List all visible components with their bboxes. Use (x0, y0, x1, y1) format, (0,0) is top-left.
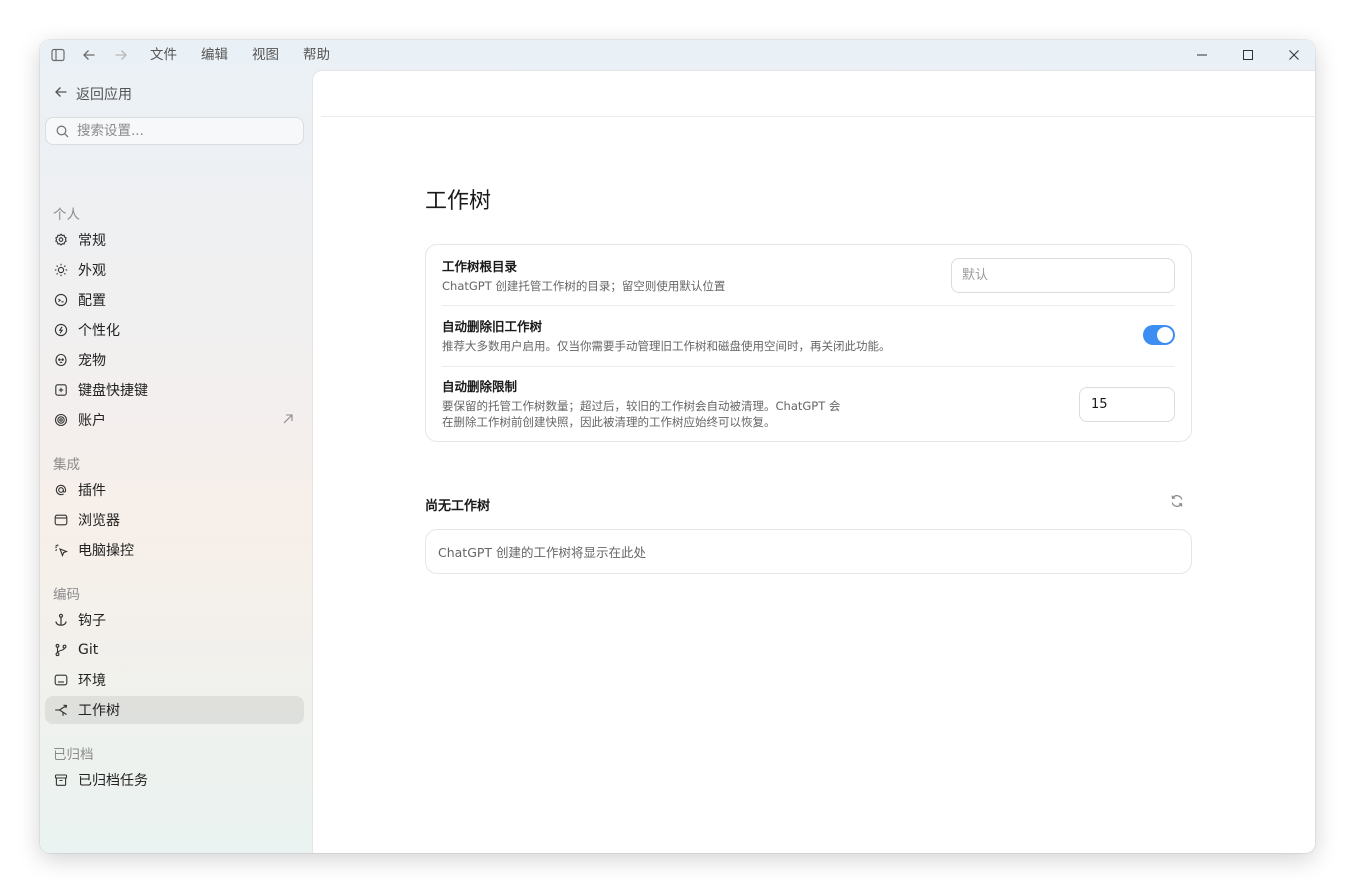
back-arrow-icon (54, 85, 68, 103)
sidebar-item-label: 电脑操控 (78, 543, 134, 559)
sidebar-item-plugins[interactable]: 插件 (45, 476, 304, 504)
setting-description: 推荐大多数用户启用。仅当你需要手动管理旧工作树和磁盘使用空间时，再关闭此功能。 (442, 339, 891, 353)
sidebar-item-config[interactable]: 配置 (45, 286, 304, 314)
menu-bar: 文件 编辑 视图 帮助 (150, 44, 354, 66)
gear-icon (54, 233, 68, 247)
setting-description: 在删除工作树前创建快照，因此被清理的工作树应始终可以恢复。 (442, 415, 776, 429)
pet-icon (54, 353, 68, 367)
close-button[interactable] (1271, 40, 1315, 70)
setting-title: 自动删除旧工作树 (442, 319, 543, 334)
browser-icon (54, 513, 68, 527)
worktree-settings-card: 工作树根目录 ChatGPT 创建托管工作树的目录；留空则使用默认位置 自动删除… (425, 244, 1192, 442)
header-divider (321, 116, 1315, 117)
at-sign-icon (54, 483, 68, 497)
auto-delete-toggle[interactable] (1143, 325, 1175, 345)
setting-description: 要保留的托管工作树数量；超过后，较旧的工作树会自动被清理。ChatGPT 会 (442, 399, 841, 413)
sidebar-item-environment[interactable]: 环境 (45, 666, 304, 694)
anchor-icon (54, 613, 68, 627)
sidebar-item-pets[interactable]: 宠物 (45, 346, 304, 374)
sidebar-item-label: 配置 (78, 293, 106, 309)
minimize-button[interactable] (1179, 40, 1225, 70)
search-icon (56, 125, 69, 138)
sidebar-item-label: Git (78, 642, 99, 658)
sun-icon (54, 263, 68, 277)
sidebar-item-shortcuts[interactable]: 键盘快捷键 (45, 376, 304, 404)
archive-icon (54, 773, 68, 787)
sidebar-item-computer-use[interactable]: 电脑操控 (45, 536, 304, 564)
monitor-icon (54, 673, 68, 687)
section-personal: 个人 (53, 207, 80, 223)
toggle-knob (1157, 327, 1173, 343)
forward-arrow-icon[interactable] (109, 43, 133, 67)
menu-edit[interactable]: 编辑 (201, 44, 228, 66)
app-window: 文件 编辑 视图 帮助 返回应用 个人 (40, 40, 1315, 853)
sidebar-item-appearance[interactable]: 外观 (45, 256, 304, 284)
setting-auto-delete-limit: 自动删除限制 要保留的托管工作树数量；超过后，较旧的工作树会自动被清理。Chat… (442, 379, 1175, 430)
search-input[interactable] (77, 123, 277, 139)
keyboard-icon (54, 383, 68, 397)
maximize-button[interactable] (1225, 40, 1271, 70)
sidebar-item-label: 钩子 (78, 613, 106, 629)
title-bar: 文件 编辑 视图 帮助 (40, 40, 1315, 70)
sidebar-item-label: 环境 (78, 673, 106, 689)
row-divider (442, 305, 1175, 306)
row-divider (442, 366, 1175, 367)
sidebar-item-label: 常规 (78, 233, 106, 249)
section-integrations: 集成 (53, 457, 80, 473)
section-coding: 编码 (53, 587, 80, 603)
sidebar-item-label: 键盘快捷键 (78, 383, 148, 399)
cursor-click-icon (54, 543, 68, 557)
section-archived: 已归档 (53, 747, 94, 763)
external-link-icon (282, 413, 294, 429)
sidebar-item-hooks[interactable]: 钩子 (45, 606, 304, 634)
sidebar-item-account[interactable]: 账户 (45, 406, 304, 434)
setting-auto-delete: 自动删除旧工作树 推荐大多数用户启用。仅当你需要手动管理旧工作树和磁盘使用空间时… (442, 319, 1175, 354)
back-arrow-icon[interactable] (77, 43, 101, 67)
worktrees-empty-state: ChatGPT 创建的工作树将显示在此处 (425, 529, 1192, 574)
sidebar-item-label: 外观 (78, 263, 106, 279)
sidebar-item-general[interactable]: 常规 (45, 226, 304, 254)
sidebar-item-label: 账户 (78, 413, 106, 429)
sidebar-item-git[interactable]: Git (45, 636, 304, 664)
sidebar-item-personalization[interactable]: 个性化 (45, 316, 304, 344)
sidebar-item-archived-tasks[interactable]: 已归档任务 (45, 766, 304, 794)
worktree-icon (54, 703, 68, 717)
settings-sidebar: 返回应用 个人 常规 外观 配置 (40, 70, 312, 853)
page-title: 工作树 (425, 189, 492, 214)
sidebar-item-browser[interactable]: 浏览器 (45, 506, 304, 534)
sidebar-item-label: 插件 (78, 483, 106, 499)
sidebar-toggle-icon[interactable] (46, 43, 70, 67)
back-to-app-label: 返回应用 (76, 87, 132, 103)
worktrees-list-title: 尚无工作树 (425, 499, 491, 514)
refresh-icon[interactable] (1168, 492, 1186, 510)
auto-delete-limit-input[interactable] (1079, 387, 1175, 422)
git-branch-icon (54, 643, 68, 657)
sidebar-item-label: 个性化 (78, 323, 120, 339)
menu-file[interactable]: 文件 (150, 44, 177, 66)
personalization-icon (54, 323, 68, 337)
back-to-app-link[interactable]: 返回应用 (54, 84, 132, 104)
menu-help[interactable]: 帮助 (303, 44, 330, 66)
sidebar-item-label: 已归档任务 (78, 773, 148, 789)
settings-main-panel: 工作树 工作树根目录 ChatGPT 创建托管工作树的目录；留空则使用默认位置 … (312, 70, 1315, 853)
setting-title: 自动删除限制 (442, 379, 518, 394)
sidebar-item-label: 宠物 (78, 353, 106, 369)
menu-view[interactable]: 视图 (252, 44, 279, 66)
config-icon (54, 293, 68, 307)
settings-search[interactable] (45, 117, 304, 145)
sidebar-item-label: 工作树 (78, 703, 120, 719)
sidebar-item-label: 浏览器 (78, 513, 120, 529)
openai-logo-icon (54, 413, 68, 427)
sidebar-item-worktrees[interactable]: 工作树 (45, 696, 304, 724)
worktree-root-input[interactable] (951, 258, 1175, 293)
